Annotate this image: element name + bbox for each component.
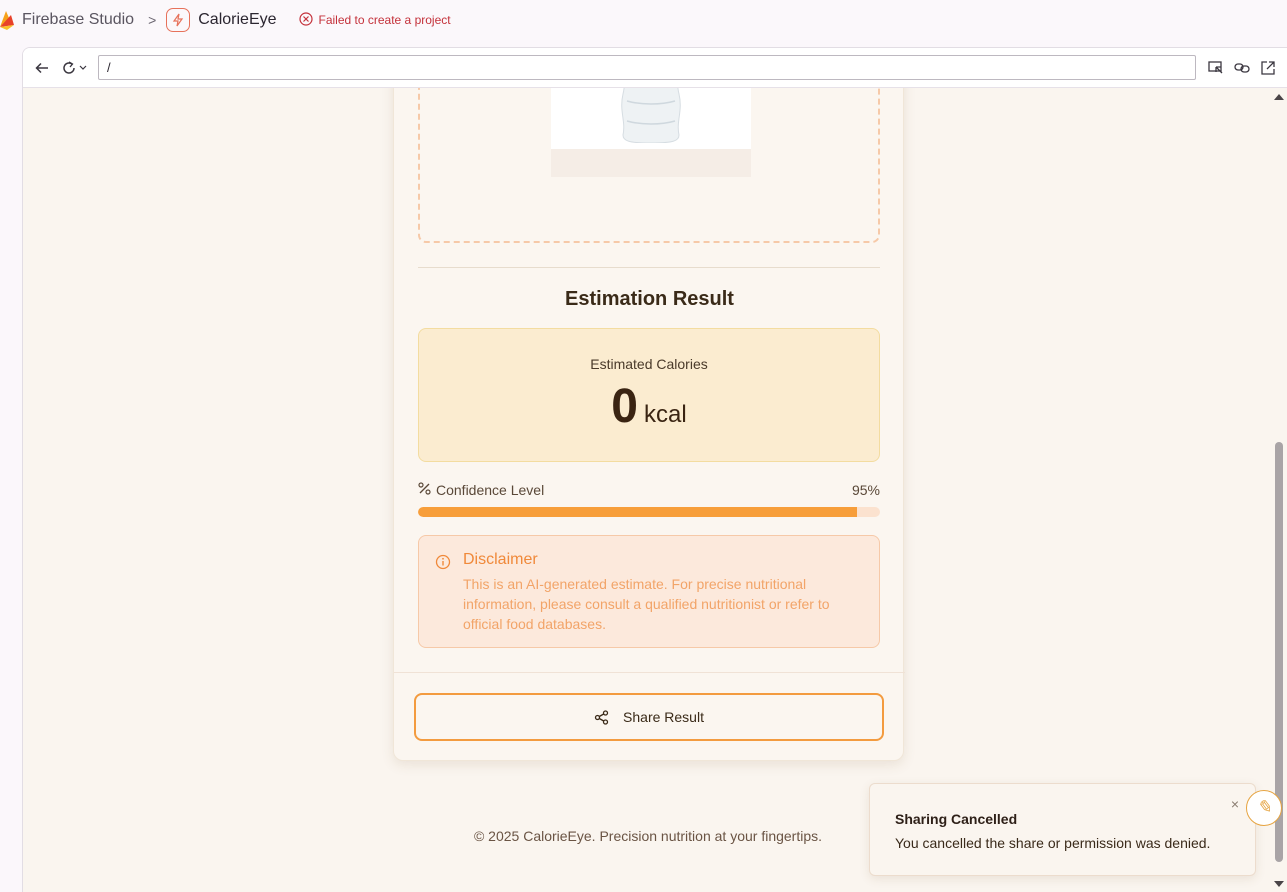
project-error: Failed to create a project (298, 11, 451, 29)
app-viewport: Estimation Result Estimated Calories 0 kc… (23, 88, 1273, 892)
confidence-bar-fill (418, 507, 857, 517)
image-dropzone[interactable] (418, 88, 880, 243)
confidence-value: 95% (851, 482, 880, 498)
disclaimer-text: This is an AI-generated estimate. For pr… (463, 576, 830, 632)
share-icon (594, 709, 609, 725)
error-icon (298, 11, 313, 29)
scrollbar[interactable] (1272, 88, 1287, 892)
confidence-bar (418, 507, 880, 517)
water-bottle-image (621, 88, 681, 143)
calories-display: 0 kcal (419, 379, 879, 434)
studio-title[interactable]: Firebase Studio (22, 11, 134, 29)
preview-frame: Estimation Result Estimated Calories 0kc… (22, 47, 1287, 892)
assistant-fab-icon[interactable]: ✎ (1246, 790, 1282, 826)
confidence-row: Confidence Level 95% (418, 481, 880, 499)
share-result-button[interactable]: Share Result (414, 693, 884, 741)
project-name[interactable]: CalorieEye (198, 11, 276, 29)
share-button-label: Share Result (623, 709, 704, 725)
chevron-right-icon: > (148, 12, 157, 28)
link-icon[interactable] (1232, 56, 1252, 80)
toast-notification: Sharing Cancelled You cancelled the shar… (869, 783, 1256, 876)
url-input[interactable] (98, 55, 1196, 80)
close-icon[interactable]: × (1228, 797, 1242, 811)
url-bar (23, 48, 1287, 88)
divider (394, 672, 905, 673)
reload-icon[interactable] (62, 56, 92, 80)
inspect-icon[interactable] (1206, 56, 1226, 80)
calories-unit: kcal (644, 401, 687, 428)
error-text: Failed to create a project (318, 13, 451, 27)
toast-title: Sharing Cancelled (895, 811, 1018, 827)
studio-top-bar: Firebase Studio > CalorieEye Failed to c… (0, 0, 1287, 40)
footer-text: © 2025 CalorieEye. Precision nutrition a… (473, 828, 823, 844)
result-title: Estimation Result (565, 288, 734, 310)
result-card: Estimation Result Estimated Calories 0 kc… (393, 88, 905, 761)
divider (418, 267, 880, 268)
calories-value: 0 (611, 380, 638, 433)
food-photo (551, 88, 751, 149)
calories-label: Estimated Calories (590, 356, 708, 372)
info-icon (435, 554, 451, 575)
photo-backdrop (551, 149, 751, 177)
confidence-label: Confidence Level (436, 482, 545, 498)
disclaimer-box: Disclaimer This is an AI-generated estim… (418, 535, 880, 648)
percent-icon (418, 482, 431, 498)
firebase-icon (0, 9, 16, 31)
calorie-eye-icon (166, 8, 191, 32)
back-icon[interactable] (30, 56, 54, 80)
disclaimer-title: Disclaimer (463, 551, 538, 568)
scroll-down-arrow[interactable] (1274, 881, 1284, 887)
toast-message: You cancelled the share or permission wa… (895, 835, 1211, 851)
scroll-up-arrow[interactable] (1274, 94, 1284, 100)
calorie-box: Estimated Calories 0 kcal (418, 328, 880, 462)
open-external-icon[interactable] (1258, 56, 1278, 80)
